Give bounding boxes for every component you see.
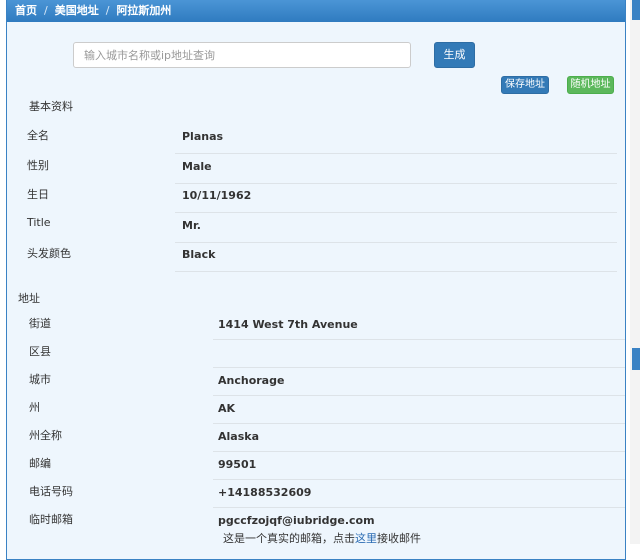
row-label: 头发颜色 — [27, 247, 71, 260]
address-title: 地址 — [18, 292, 40, 305]
email-note-suffix: 接收邮件 — [377, 532, 421, 545]
row-label: 性别 — [27, 159, 49, 172]
row-value: 99501 — [218, 458, 257, 471]
search-input[interactable] — [73, 42, 411, 68]
basic-row-name: 全名 Planas — [27, 124, 617, 154]
basic-row-title: Title Mr. — [27, 213, 617, 243]
breadcrumb-state[interactable]: 阿拉斯加州 — [116, 4, 171, 17]
row-value: Male — [182, 160, 212, 173]
random-address-button[interactable]: 随机地址 — [567, 76, 614, 94]
basic-row-birthday: 生日 10/11/1962 — [27, 183, 617, 213]
row-value: 1414 West 7th Avenue — [218, 318, 358, 331]
address-panel: 首页 / 美国地址 / 阿拉斯加州 生成 保存地址 随机地址 基本资料 全名 Plana… — [6, 0, 626, 560]
address-row-phone: 电话号码 +14188532609 — [29, 480, 625, 508]
right-panel-tab[interactable] — [632, 348, 640, 370]
right-sidebar-edge — [630, 0, 640, 544]
email-inbox-link[interactable]: 这里 — [355, 532, 377, 545]
row-label: 街道 — [29, 317, 51, 330]
address-row-state-full: 州全称 Alaska — [29, 424, 625, 452]
row-label: 邮编 — [29, 457, 51, 470]
row-value: 10/11/1962 — [182, 189, 252, 202]
row-value: AK — [218, 402, 236, 415]
row-value: +14188532609 — [218, 486, 312, 499]
address-row-zip: 邮编 99501 — [29, 452, 625, 480]
row-divider — [175, 271, 617, 272]
breadcrumb-separator: / — [44, 4, 48, 17]
row-label: 临时邮箱 — [29, 513, 73, 526]
address-row-temp-email: 临时邮箱 pgccfzojqf@iubridge.com 这是一个真实的邮箱，点… — [29, 508, 625, 548]
basic-info-title: 基本资料 — [29, 100, 73, 113]
row-label: 州 — [29, 401, 40, 414]
email-value[interactable]: pgccfzojqf@iubridge.com — [218, 514, 375, 527]
row-label: 州全称 — [29, 429, 62, 442]
breadcrumb-separator: / — [105, 4, 110, 17]
row-label: 全名 — [27, 129, 49, 142]
basic-row-gender: 性别 Male — [27, 154, 617, 184]
right-panel-header — [632, 0, 640, 20]
breadcrumb-home[interactable]: 首页 — [15, 4, 37, 17]
save-address-button[interactable]: 保存地址 — [501, 76, 549, 94]
row-label: 电话号码 — [29, 485, 73, 498]
basic-row-hair-color: 头发颜色 Black — [27, 242, 617, 272]
breadcrumb-country[interactable]: 美国地址 — [55, 4, 99, 17]
email-note-prefix: 这是一个真实的邮箱，点击 — [223, 532, 355, 545]
address-row-state: 州 AK — [29, 396, 625, 424]
row-value: Mr. — [182, 219, 201, 232]
address-row-city: 城市 Anchorage — [29, 368, 625, 396]
row-label: 生日 — [27, 188, 49, 201]
row-value: Black — [182, 248, 216, 261]
row-label: 区县 — [29, 345, 51, 358]
row-label: 城市 — [29, 373, 51, 386]
address-row-county: 区县 — [29, 340, 625, 368]
row-value: Alaska — [218, 430, 259, 443]
address-row-street: 街道 1414 West 7th Avenue — [29, 312, 625, 340]
generate-button[interactable]: 生成 — [434, 42, 475, 68]
breadcrumb: 首页 / 美国地址 / 阿拉斯加州 — [7, 0, 625, 22]
row-label: Title — [27, 216, 51, 229]
row-value: Anchorage — [218, 374, 285, 387]
row-value: Planas — [182, 130, 224, 143]
